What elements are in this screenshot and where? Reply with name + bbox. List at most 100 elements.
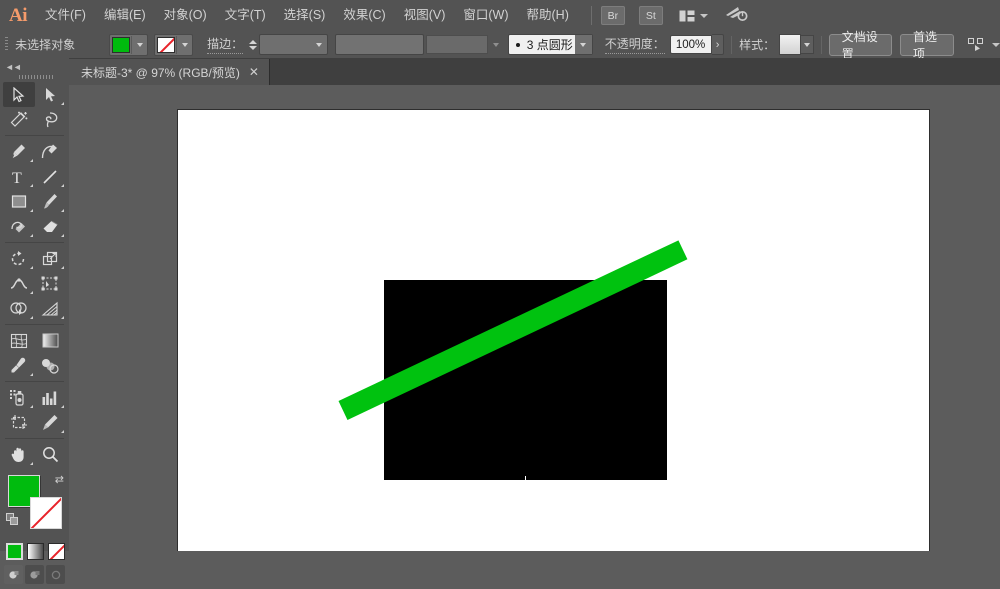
svg-text:T: T — [12, 170, 22, 185]
tool-flyout-indicator — [29, 316, 33, 319]
opacity-input[interactable]: 100% — [669, 35, 712, 54]
type-tool[interactable]: T — [3, 164, 35, 189]
menu-window[interactable]: 窗口(W) — [454, 0, 517, 31]
menu-effect[interactable]: 效果(C) — [334, 0, 394, 31]
stroke-swatch-large[interactable] — [30, 497, 62, 529]
menu-edit[interactable]: 编辑(E) — [95, 0, 155, 31]
width-profile-control[interactable] — [426, 35, 504, 54]
brush-definition-control[interactable]: 3 点圆形 — [507, 34, 593, 55]
none-mode-button[interactable] — [48, 543, 65, 560]
tool-flyout-indicator — [61, 405, 64, 408]
tools-divider-3 — [5, 324, 64, 325]
line-segment-tool[interactable] — [35, 164, 67, 189]
width-profile-dropdown[interactable] — [488, 35, 504, 54]
graphic-style-dropdown[interactable] — [800, 35, 814, 54]
artboard[interactable] — [177, 109, 930, 551]
stroke-weight-input[interactable] — [258, 34, 329, 55]
tool-flyout-indicator — [29, 405, 33, 408]
menu-help[interactable]: 帮助(H) — [518, 0, 578, 31]
eyedropper-tool[interactable] — [3, 353, 35, 378]
opacity-label[interactable]: 不透明度： — [604, 35, 665, 54]
shaper-tool[interactable] — [3, 214, 35, 239]
arrange-documents-icon[interactable] — [679, 10, 708, 22]
blend-tool[interactable] — [35, 353, 67, 378]
eraser-tool[interactable] — [35, 214, 67, 239]
rectangle-tool[interactable] — [3, 189, 35, 214]
brush-definition-value-wrap[interactable]: 3 点圆形 — [509, 36, 575, 53]
free-transform-tool[interactable] — [35, 271, 67, 296]
rotate-tool[interactable] — [3, 246, 35, 271]
collapse-panel-icon[interactable]: ◄◄ — [5, 62, 22, 72]
direct-selection-tool[interactable] — [35, 82, 67, 107]
stroke-color-swatch[interactable] — [157, 36, 176, 53]
canvas-area[interactable] — [69, 85, 1000, 551]
gradient-tool[interactable] — [35, 328, 67, 353]
swap-fill-stroke-icon[interactable]: ⇄ — [55, 473, 64, 486]
drawing-mode-buttons — [4, 565, 65, 584]
creative-cloud-icon[interactable] — [724, 5, 748, 27]
chevron-down-icon — [316, 42, 323, 47]
shape-builder-tool[interactable] — [3, 296, 35, 321]
curvature-tool[interactable] — [35, 139, 67, 164]
tools-panel-grip[interactable] — [19, 75, 53, 79]
stroke-weight-value[interactable] — [260, 35, 312, 54]
menu-select[interactable]: 选择(S) — [275, 0, 335, 31]
tool-flyout-indicator — [29, 159, 33, 162]
hand-tool[interactable] — [3, 442, 35, 467]
stock-icon[interactable]: St — [638, 6, 663, 25]
tool-flyout-indicator — [61, 209, 64, 212]
artboard-tool[interactable] — [3, 410, 35, 435]
menu-view[interactable]: 视图(V) — [395, 0, 455, 31]
document-setup-button[interactable]: 文档设置 — [828, 30, 893, 61]
drawing-mode-behind[interactable] — [25, 565, 44, 584]
fill-color-swatch[interactable] — [112, 36, 131, 53]
pen-tool[interactable] — [3, 139, 35, 164]
bridge-icon[interactable]: Br — [600, 6, 625, 25]
width-profile-value[interactable] — [426, 35, 488, 54]
stroke-dropdown-button[interactable] — [176, 35, 192, 54]
symbol-sprayer-tool[interactable] — [3, 385, 35, 410]
perspective-grid-tool[interactable] — [35, 296, 67, 321]
stroke-color-control[interactable] — [154, 33, 194, 56]
tools-divider-1 — [5, 135, 64, 136]
graphic-style-swatch[interactable] — [779, 34, 801, 55]
menu-type[interactable]: 文字(T) — [216, 0, 275, 31]
tools-divider-2 — [5, 242, 64, 243]
fill-color-control[interactable] — [109, 33, 149, 56]
close-icon[interactable]: ✕ — [249, 66, 259, 78]
menu-object[interactable]: 对象(O) — [155, 0, 216, 31]
options-bar-grip[interactable] — [5, 37, 9, 52]
mesh-tool[interactable] — [3, 328, 35, 353]
column-graph-tool[interactable] — [35, 385, 67, 410]
brush-definition-dropdown[interactable] — [574, 35, 592, 54]
scale-tool[interactable] — [35, 246, 67, 271]
magic-wand-tool[interactable] — [3, 107, 35, 132]
stroke-weight-label[interactable]: 描边： — [207, 35, 244, 54]
chevron-down-icon — [992, 42, 1000, 47]
width-tool[interactable] — [3, 271, 35, 296]
tools-divider-5 — [5, 438, 64, 439]
stroke-weight-dropdown[interactable] — [311, 35, 327, 54]
selection-tool[interactable] — [3, 82, 35, 107]
stroke-style-placeholder[interactable] — [335, 34, 425, 55]
align-to-selection-icon[interactable] — [968, 37, 1000, 52]
default-fill-stroke-icon[interactable] — [6, 513, 19, 526]
brush-preview-icon — [515, 42, 520, 47]
preferences-button[interactable]: 首选项 — [900, 30, 954, 61]
drawing-mode-inside[interactable] — [46, 565, 65, 584]
document-tab[interactable]: 未标题-3* @ 97% (RGB/预览) ✕ — [69, 59, 270, 85]
lasso-tool[interactable] — [35, 107, 67, 132]
drawing-mode-normal[interactable] — [4, 565, 23, 584]
zoom-tool[interactable] — [35, 442, 67, 467]
paintbrush-tool[interactable] — [35, 189, 67, 214]
gradient-mode-button[interactable] — [27, 543, 44, 560]
stroke-weight-stepper[interactable] — [249, 35, 258, 54]
tool-flyout-indicator — [61, 430, 64, 433]
tool-flyout-indicator — [61, 102, 64, 105]
slice-tool[interactable] — [35, 410, 67, 435]
menu-file[interactable]: 文件(F) — [36, 0, 95, 31]
fill-dropdown-button[interactable] — [131, 35, 147, 54]
tool-flyout-indicator — [29, 291, 33, 294]
color-mode-button[interactable] — [6, 543, 23, 560]
opacity-expand-button[interactable]: › — [711, 34, 725, 55]
